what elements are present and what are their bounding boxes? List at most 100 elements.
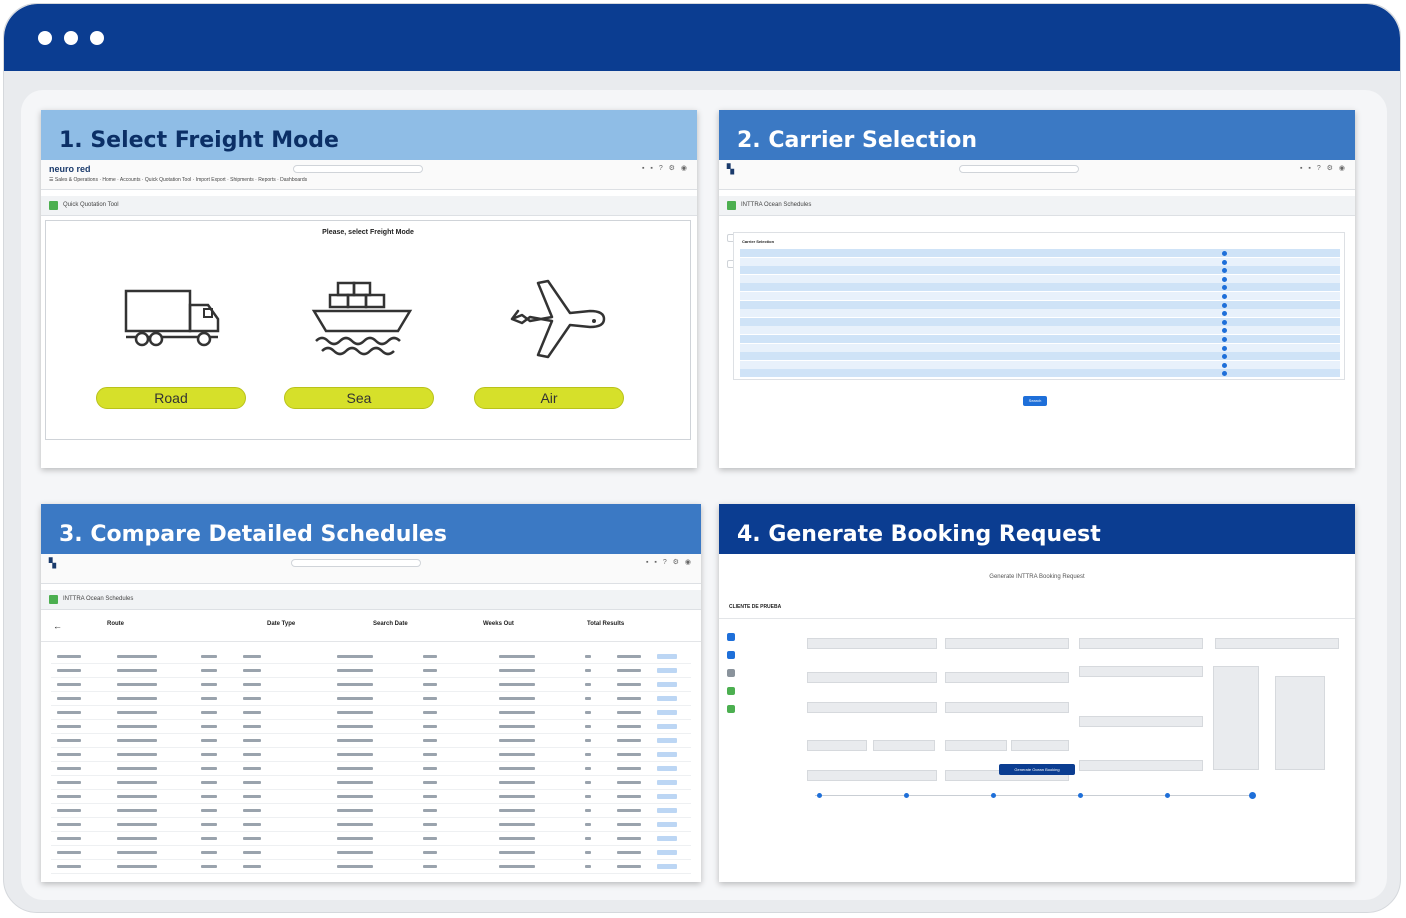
booking-field[interactable] bbox=[873, 740, 935, 751]
radio-icon[interactable] bbox=[1222, 251, 1227, 256]
radio-icon[interactable] bbox=[1222, 354, 1227, 360]
carrier-row[interactable] bbox=[740, 249, 1340, 257]
select-link[interactable] bbox=[657, 682, 677, 687]
window-dot-icon[interactable] bbox=[38, 31, 52, 45]
radio-icon[interactable] bbox=[1222, 276, 1227, 282]
mode-road-button[interactable]: Road bbox=[96, 387, 246, 409]
select-link[interactable] bbox=[657, 780, 677, 785]
search-input[interactable] bbox=[959, 165, 1079, 173]
progress-step[interactable] bbox=[991, 793, 996, 798]
booking-field[interactable] bbox=[807, 702, 937, 713]
radio-icon[interactable] bbox=[1222, 268, 1227, 274]
header-icons[interactable]: ▪ ▪ ? ⚙ ◉ bbox=[642, 164, 689, 172]
app-nav[interactable]: ☰ Sales & Operations · Home · Accounts ·… bbox=[49, 177, 307, 183]
table-row[interactable] bbox=[51, 818, 691, 832]
table-row[interactable] bbox=[51, 650, 691, 664]
table-row[interactable] bbox=[51, 762, 691, 776]
booking-textarea[interactable] bbox=[1275, 676, 1325, 770]
sidebar-item-charges[interactable] bbox=[727, 702, 797, 716]
booking-field[interactable] bbox=[945, 740, 1007, 751]
table-row[interactable] bbox=[51, 664, 691, 678]
carrier-row[interactable] bbox=[740, 300, 1340, 309]
carrier-row[interactable] bbox=[740, 292, 1340, 300]
radio-icon[interactable] bbox=[1222, 259, 1227, 265]
booking-field[interactable] bbox=[1215, 638, 1339, 649]
header-icons[interactable]: ▪ ▪ ? ⚙ ◉ bbox=[1300, 164, 1347, 172]
booking-field[interactable] bbox=[1079, 666, 1203, 677]
progress-step[interactable] bbox=[904, 793, 909, 798]
search-input[interactable] bbox=[293, 165, 423, 173]
carrier-row[interactable] bbox=[740, 369, 1340, 378]
window-dot-icon[interactable] bbox=[90, 31, 104, 45]
select-link[interactable] bbox=[657, 794, 677, 799]
booking-field[interactable] bbox=[1079, 638, 1203, 649]
carrier-row[interactable] bbox=[740, 352, 1340, 361]
radio-icon[interactable] bbox=[1222, 285, 1227, 291]
radio-icon[interactable] bbox=[1222, 302, 1227, 308]
carrier-row[interactable] bbox=[740, 326, 1340, 335]
sidebar-item-booking[interactable] bbox=[727, 630, 797, 644]
booking-field[interactable] bbox=[945, 672, 1069, 683]
table-row[interactable] bbox=[51, 692, 691, 706]
booking-field[interactable] bbox=[945, 702, 1069, 713]
table-row[interactable] bbox=[51, 832, 691, 846]
select-link[interactable] bbox=[657, 808, 677, 813]
search-input[interactable] bbox=[291, 559, 421, 567]
booking-field[interactable] bbox=[807, 740, 867, 751]
select-link[interactable] bbox=[657, 766, 677, 771]
header-icons[interactable]: ▪ ▪ ? ⚙ ◉ bbox=[646, 558, 693, 566]
sidebar-item-parties[interactable] bbox=[727, 648, 797, 662]
mode-sea-button[interactable]: Sea bbox=[284, 387, 434, 409]
select-link[interactable] bbox=[657, 696, 677, 701]
select-link[interactable] bbox=[657, 836, 677, 841]
radio-icon[interactable] bbox=[1222, 319, 1227, 325]
radio-icon[interactable] bbox=[1222, 294, 1227, 299]
carrier-row[interactable] bbox=[740, 335, 1340, 343]
table-row[interactable] bbox=[51, 776, 691, 790]
airplane-icon[interactable] bbox=[492, 261, 612, 361]
ship-icon[interactable] bbox=[302, 261, 422, 361]
truck-icon[interactable] bbox=[112, 261, 232, 361]
carrier-row[interactable] bbox=[740, 257, 1340, 266]
select-link[interactable] bbox=[657, 710, 677, 715]
carrier-row[interactable] bbox=[740, 360, 1340, 369]
mode-air-button[interactable]: Air bbox=[474, 387, 624, 409]
window-dot-icon[interactable] bbox=[64, 31, 78, 45]
select-link[interactable] bbox=[657, 668, 677, 673]
carrier-row[interactable] bbox=[740, 266, 1340, 275]
search-button[interactable]: Search bbox=[1023, 396, 1047, 406]
select-link[interactable] bbox=[657, 864, 677, 869]
table-row[interactable] bbox=[51, 720, 691, 734]
sidebar-item-cargo[interactable] bbox=[727, 666, 797, 680]
booking-field[interactable] bbox=[1011, 740, 1069, 751]
sidebar-item-transport[interactable] bbox=[727, 684, 797, 698]
schedules-tab[interactable]: INTTRA Ocean Schedules bbox=[41, 590, 701, 610]
booking-field[interactable] bbox=[1079, 716, 1203, 727]
radio-icon[interactable] bbox=[1222, 362, 1227, 368]
progress-step[interactable] bbox=[817, 793, 822, 798]
table-row[interactable] bbox=[51, 846, 691, 860]
table-row[interactable] bbox=[51, 678, 691, 692]
select-link[interactable] bbox=[657, 822, 677, 827]
select-link[interactable] bbox=[657, 738, 677, 743]
carrier-row[interactable] bbox=[740, 283, 1340, 292]
table-row[interactable] bbox=[51, 706, 691, 720]
table-row[interactable] bbox=[51, 734, 691, 748]
booking-field[interactable] bbox=[1079, 760, 1203, 771]
radio-icon[interactable] bbox=[1222, 337, 1227, 342]
schedules-tab[interactable]: INTTRA Ocean Schedules bbox=[719, 196, 1355, 216]
carrier-row[interactable] bbox=[740, 274, 1340, 283]
progress-step[interactable] bbox=[1078, 793, 1083, 798]
booking-textarea[interactable] bbox=[1213, 666, 1259, 770]
table-row[interactable] bbox=[51, 790, 691, 804]
table-row[interactable] bbox=[51, 748, 691, 762]
table-row[interactable] bbox=[51, 860, 691, 874]
carrier-row[interactable] bbox=[740, 343, 1340, 352]
progress-step-current[interactable] bbox=[1249, 792, 1256, 799]
quote-tab[interactable]: Quick Quotation Tool bbox=[41, 196, 697, 216]
select-link[interactable] bbox=[657, 654, 677, 659]
booking-field[interactable] bbox=[807, 770, 937, 781]
carrier-row[interactable] bbox=[740, 309, 1340, 318]
select-link[interactable] bbox=[657, 724, 677, 729]
booking-field[interactable] bbox=[807, 638, 937, 649]
